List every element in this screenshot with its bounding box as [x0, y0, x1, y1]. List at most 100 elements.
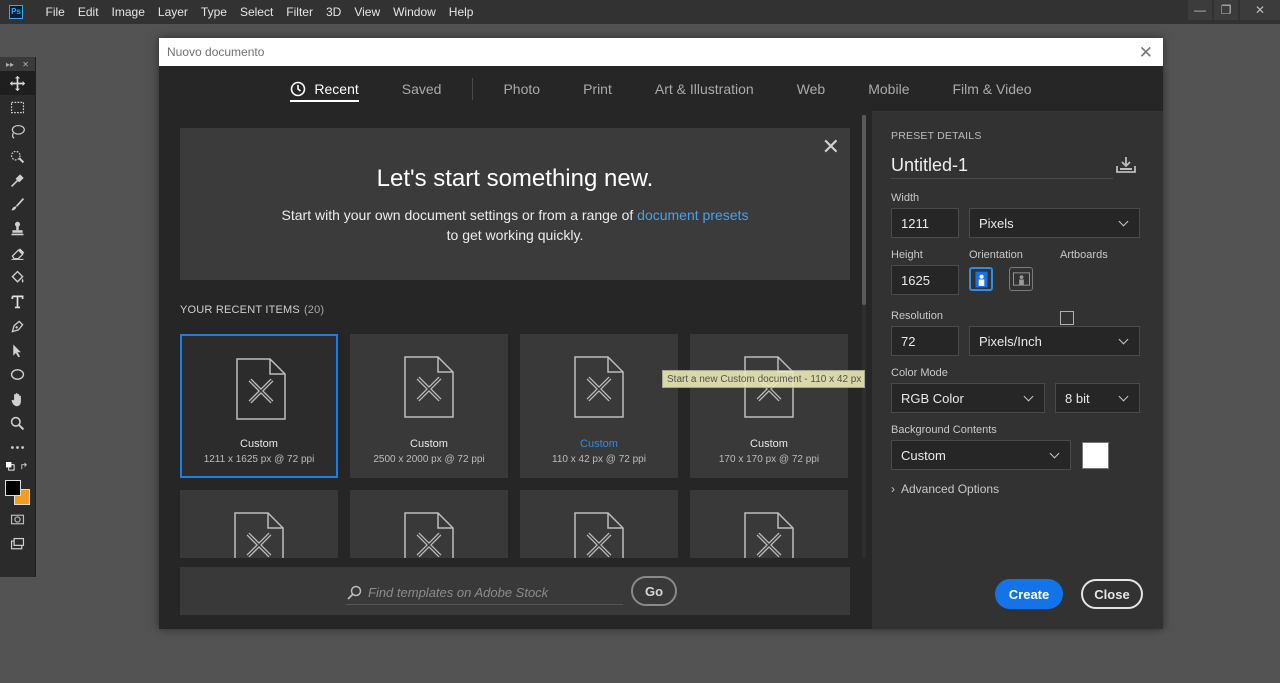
expand-icon[interactable]: ▸▸ [6, 60, 14, 69]
recent-items-title: YOUR RECENT ITEMS [180, 304, 300, 316]
tools-panel: ▸▸ ✕ [0, 57, 36, 577]
brush-tool-icon[interactable] [0, 192, 35, 216]
go-button[interactable]: Go [631, 576, 677, 606]
tab-web[interactable]: Web [797, 66, 826, 111]
custom-document-icon [744, 512, 794, 558]
recent-item-name: Custom [750, 438, 788, 450]
stock-search-input[interactable] [368, 585, 618, 600]
search-icon [347, 585, 362, 600]
artboards-label: Artboards [1060, 249, 1108, 261]
quick-selection-tool-icon[interactable] [0, 144, 35, 168]
document-presets-link[interactable]: document presets [637, 207, 748, 223]
recent-item-name: Custom [410, 438, 448, 450]
dialog-close-icon[interactable]: ✕ [1139, 43, 1153, 63]
recent-item[interactable]: Custom 1211 x 1625 px @ 72 ppi [180, 334, 338, 478]
artboards-checkbox[interactable] [1060, 311, 1074, 325]
swap-colors-icon[interactable] [0, 460, 35, 474]
adobe-stock-search-bar: Go [180, 567, 850, 615]
close-button[interactable]: Close [1081, 579, 1143, 609]
tab-saved[interactable]: Saved [402, 66, 442, 111]
stamp-tool-icon[interactable] [0, 217, 35, 241]
eyedropper-tool-icon[interactable] [0, 168, 35, 192]
menu-edit[interactable]: Edit [71, 5, 105, 19]
background-color-picker[interactable] [1082, 442, 1109, 469]
pen-tool-icon[interactable] [0, 314, 35, 338]
recent-items-count: (20) [303, 304, 325, 316]
width-input[interactable]: 1211 [891, 208, 959, 238]
recent-item-size: 110 x 42 px @ 72 ppi [552, 454, 646, 465]
stock-search [346, 581, 623, 605]
tab-mobile[interactable]: Mobile [868, 66, 909, 111]
tab-recent[interactable]: Recent [290, 66, 360, 111]
panel-close-icon[interactable]: ✕ [22, 60, 29, 69]
orientation-label: Orientation [969, 249, 1023, 261]
minimize-button[interactable]: — [1188, 0, 1212, 20]
color-mode-label: Color Mode [891, 367, 948, 379]
screen-mode-icon[interactable] [0, 532, 35, 556]
tab-art-illustration[interactable]: Art & Illustration [655, 66, 754, 111]
paint-bucket-tool-icon[interactable] [0, 265, 35, 289]
banner-close-icon[interactable]: ✕ [822, 134, 840, 160]
recent-item-name: Custom [240, 438, 278, 450]
ellipse-tool-icon[interactable] [0, 363, 35, 387]
recent-item[interactable] [520, 490, 678, 558]
tab-film-video[interactable]: Film & Video [952, 66, 1031, 111]
quick-mask-icon[interactable] [0, 508, 35, 532]
recent-item[interactable] [350, 490, 508, 558]
width-unit-select[interactable]: Pixels [969, 208, 1140, 238]
document-name-field[interactable]: Untitled-1 [891, 153, 1113, 179]
recent-item[interactable] [180, 490, 338, 558]
recent-item[interactable]: Custom 170 x 170 px @ 72 ppi [690, 334, 848, 478]
bit-depth-select[interactable]: 8 bit [1055, 383, 1140, 413]
welcome-heading: Let's start something new. [376, 165, 654, 192]
custom-document-icon [404, 356, 454, 418]
lasso-tool-icon[interactable] [0, 120, 35, 144]
create-button[interactable]: Create [995, 579, 1063, 609]
menu-file[interactable]: File [39, 5, 71, 19]
recent-item[interactable]: Custom 2500 x 2000 px @ 72 ppi [350, 334, 508, 478]
menu-layer[interactable]: Layer [151, 5, 194, 19]
tab-print[interactable]: Print [583, 66, 612, 111]
background-contents-select[interactable]: Custom [891, 440, 1071, 470]
menu-help[interactable]: Help [442, 5, 480, 19]
foreground-color-swatch[interactable] [5, 479, 21, 496]
resolution-input[interactable]: 72 [891, 326, 959, 356]
window-close-button[interactable]: ✕ [1240, 0, 1280, 20]
color-swatches[interactable] [0, 474, 35, 508]
advanced-options-label: Advanced Options [901, 482, 1000, 496]
menu-select[interactable]: Select [233, 5, 279, 19]
menu-3d[interactable]: 3D [319, 5, 347, 19]
custom-document-icon [404, 512, 454, 558]
tab-photo[interactable]: Photo [503, 66, 540, 111]
dialog-title: Nuovo documento [167, 45, 265, 59]
recent-items-grid: Custom 1211 x 1625 px @ 72 ppi Custom 25… [180, 334, 850, 558]
hand-tool-icon[interactable] [0, 387, 35, 411]
menu-image[interactable]: Image [105, 5, 151, 19]
color-mode-select[interactable]: RGB Color [891, 383, 1045, 413]
more-tools-icon[interactable] [0, 435, 35, 459]
zoom-tool-icon[interactable] [0, 411, 35, 435]
recent-item[interactable] [690, 490, 848, 558]
save-preset-icon[interactable] [1116, 156, 1136, 174]
type-tool-icon[interactable] [0, 290, 35, 314]
path-selection-tool-icon[interactable] [0, 338, 35, 362]
menu-view[interactable]: View [348, 5, 387, 19]
move-tool-icon[interactable] [0, 71, 35, 96]
landscape-orientation-button[interactable] [1009, 267, 1033, 291]
resolution-unit-select[interactable]: Pixels/Inch [969, 326, 1140, 356]
portrait-orientation-button[interactable] [969, 267, 993, 291]
marquee-tool-icon[interactable] [0, 95, 35, 119]
advanced-options-toggle[interactable]: › Advanced Options [891, 482, 999, 496]
recent-scrollbar[interactable] [862, 115, 866, 557]
menu-type[interactable]: Type [194, 5, 233, 19]
recent-item[interactable]: Custom 110 x 42 px @ 72 ppi [520, 334, 678, 478]
custom-document-icon [236, 358, 286, 420]
menu-filter[interactable]: Filter [280, 5, 320, 19]
scrollbar-thumb[interactable] [862, 115, 866, 305]
photoshop-logo-icon: Ps [9, 5, 23, 19]
menu-bar: Ps File Edit Image Layer Type Select Fil… [0, 0, 1280, 24]
eraser-tool-icon[interactable] [0, 241, 35, 265]
height-input[interactable]: 1625 [891, 265, 959, 295]
menu-window[interactable]: Window [387, 5, 443, 19]
restore-button[interactable]: ❐ [1214, 0, 1238, 20]
